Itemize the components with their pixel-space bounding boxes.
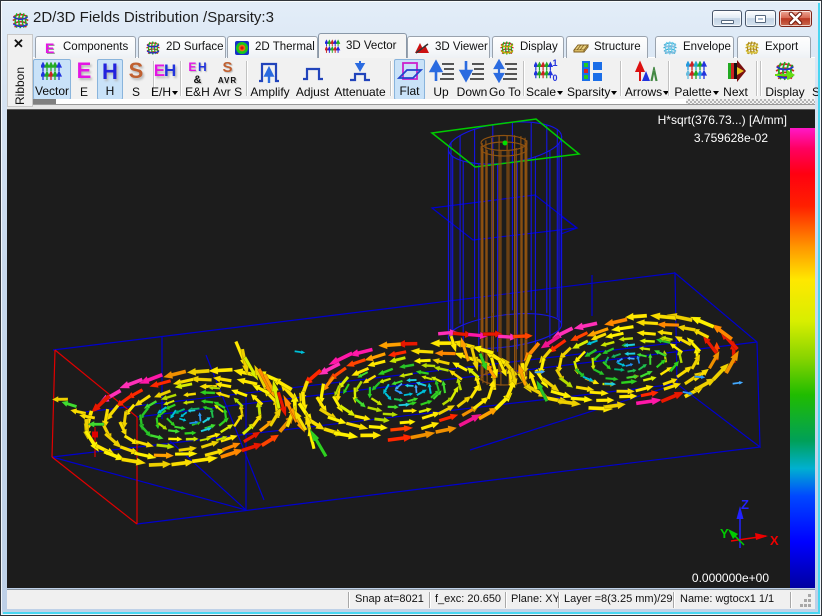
svg-text:Z: Z [741,497,749,512]
svg-text:X: X [770,533,779,548]
svg-text:E: E [45,40,54,56]
svg-text:0.000000e+00: 0.000000e+00 [692,571,769,585]
svg-text:Y: Y [720,526,729,541]
svg-text:H*sqrt(376.73...) [A/mm]: H*sqrt(376.73...) [A/mm] [658,113,787,127]
svg-text:3.759628e-02: 3.759628e-02 [694,131,768,145]
